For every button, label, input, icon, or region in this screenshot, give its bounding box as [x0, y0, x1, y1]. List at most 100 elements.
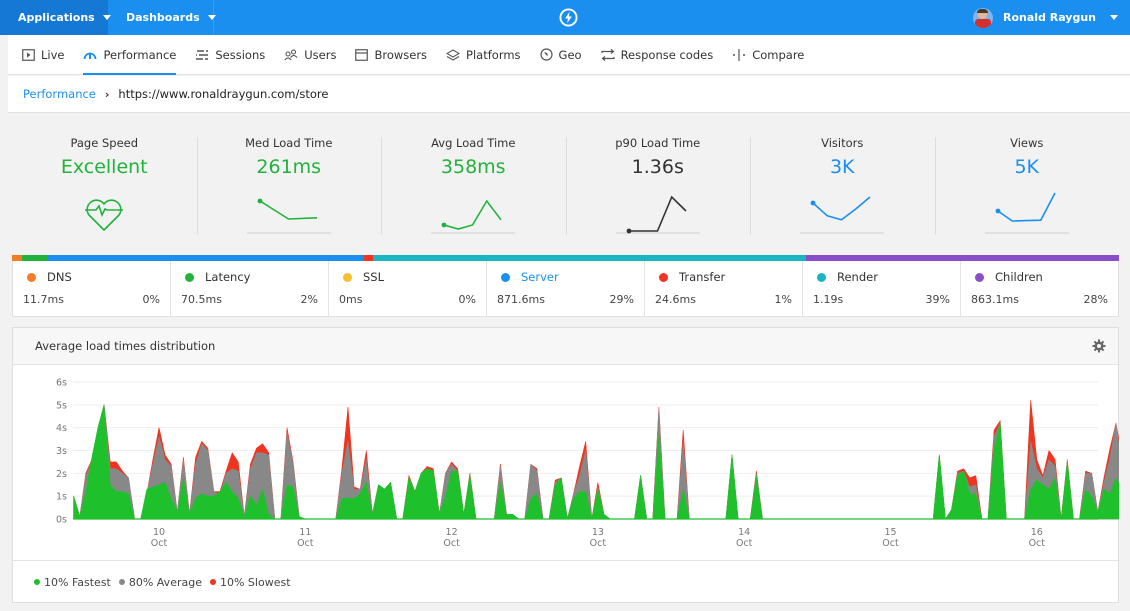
dashboards-label: Dashboards	[126, 11, 200, 24]
tab-platforms[interactable]: Platforms	[446, 35, 521, 75]
stat-label: Page Speed	[70, 136, 139, 150]
tab-geo[interactable]: Geo	[539, 35, 582, 75]
breakdown-card-ssl[interactable]: SSL 0ms 0%	[328, 261, 486, 316]
caret-down-icon	[1110, 15, 1118, 20]
breadcrumb: Performance › https://www.ronaldraygun.c…	[8, 76, 1130, 113]
x-tick-day: 13	[592, 527, 604, 538]
tab-label: Response codes	[620, 47, 714, 62]
tab-users[interactable]: Users	[284, 35, 336, 75]
sparkline-line	[812, 196, 871, 221]
sparkline-start-point	[257, 198, 263, 204]
scrollbar[interactable]	[1119, 327, 1130, 603]
y-tick-label: 4s	[56, 423, 67, 434]
stat-visitors[interactable]: Visitors 3K	[750, 125, 935, 250]
stat-avg-load-time[interactable]: Avg Load Time 358ms	[381, 125, 566, 250]
breakdown-time: 11.7ms	[23, 293, 64, 306]
tab-browsers[interactable]: Browsers	[355, 35, 427, 75]
stat-label: Views	[1010, 136, 1044, 150]
globe-icon	[539, 48, 553, 61]
breakdown-percent: 0%	[458, 293, 476, 306]
caret-down-icon	[207, 15, 216, 20]
x-tick-day: 14	[738, 527, 750, 538]
stat-value: 261ms	[256, 156, 322, 178]
breakdown-card-dns[interactable]: DNS 11.7ms 0%	[13, 261, 170, 316]
legend-item-fastest[interactable]: 10% Fastest	[34, 576, 111, 589]
x-tick-day: 12	[446, 527, 458, 538]
x-tick-day: 15	[884, 527, 896, 538]
stat-value: 3K	[829, 156, 855, 178]
tab-sessions[interactable]: Sessions	[195, 35, 265, 75]
y-tick-label: 5s	[56, 400, 67, 411]
legend-item-average[interactable]: 80% Average	[118, 576, 202, 589]
sparkline-visitors	[800, 196, 885, 234]
breakdown-card-latency[interactable]: Latency 70.5ms 2%	[170, 261, 328, 316]
stat-value: 1.36s	[631, 156, 684, 178]
breakdown-name: Children	[995, 270, 1043, 284]
y-tick-label: 1s	[56, 492, 67, 503]
breakdown-percent: 1%	[774, 293, 792, 306]
breakdown-time: 863.1ms	[971, 293, 1019, 306]
tab-compare[interactable]: Compare	[732, 35, 804, 75]
user-menu[interactable]: Ronald Raygun	[972, 0, 1118, 35]
children-color-dot	[975, 272, 984, 282]
users-icon	[284, 48, 298, 60]
stat-label: Avg Load Time	[431, 136, 516, 150]
latency-color-dot	[185, 272, 194, 282]
gauge-icon	[84, 52, 97, 59]
breakdown-name: Server	[521, 270, 559, 284]
breakdown-name: Latency	[205, 270, 251, 284]
play-box-icon	[22, 48, 35, 61]
sparkline-line	[628, 195, 687, 232]
dashboards-menu[interactable]: Dashboards	[108, 0, 216, 35]
lightning-bolt-icon[interactable]	[559, 8, 578, 27]
stat-label: p90 Load Time	[615, 136, 701, 150]
breakdown-time: 70.5ms	[181, 293, 222, 306]
breakdown-card-render[interactable]: Render 1.19s 39%	[802, 261, 960, 316]
y-tick-label: 2s	[56, 469, 67, 480]
stat-views[interactable]: Views 5K	[934, 125, 1120, 250]
legend-dot	[118, 579, 125, 585]
breakdown-time: 0ms	[339, 293, 363, 306]
sparkline-start-point	[995, 208, 1001, 214]
breakdown-name: Transfer	[679, 270, 726, 284]
stat-med-load-time[interactable]: Med Load Time 261ms	[196, 125, 382, 250]
stat-label: Visitors	[821, 136, 864, 150]
swap-arrows-icon	[600, 48, 615, 61]
breakdown-card-server[interactable]: Server 871.6ms 29%	[486, 261, 644, 316]
x-tick-month: Oct	[443, 538, 460, 549]
layers-icon	[446, 48, 461, 61]
stat-value: Excellent	[60, 156, 148, 178]
tab-live[interactable]: Live	[22, 35, 64, 75]
sparkline-line	[997, 192, 1056, 222]
breakdown-card-children[interactable]: Children 863.1ms 28%	[960, 261, 1118, 316]
stat-page-speed[interactable]: Page Speed Excellent	[12, 125, 197, 250]
load-distribution-panel: Average load times distribution 0s 1s 2s 3s…	[12, 327, 1120, 603]
stat-p90-load-time[interactable]: p90 Load Time 1.36s	[565, 125, 751, 250]
x-tick-month: Oct	[882, 538, 899, 549]
tab-label: Platforms	[466, 47, 521, 62]
tab-label: Users	[304, 47, 337, 62]
sparkline-med-load-time	[246, 198, 331, 234]
tab-performance[interactable]: Performance	[83, 35, 176, 75]
breakdown-name: SSL	[363, 270, 385, 284]
breakdown-time: 24.6ms	[655, 293, 696, 306]
applications-menu[interactable]: Applications	[0, 0, 111, 35]
breakdown-percent: 28%	[1083, 293, 1108, 306]
applications-label: Applications	[18, 11, 95, 24]
breakdown-card-transfer[interactable]: Transfer 24.6ms 1%	[644, 261, 802, 316]
x-tick-month: Oct	[590, 538, 607, 549]
breakdown-percent: 2%	[300, 293, 318, 306]
legend-item-slowest[interactable]: 10% Slowest	[209, 576, 291, 589]
load-distribution-chart[interactable]: 0s1s2s3s4s5s6s10Oct11Oct12Oct13Oct14Oct1…	[13, 328, 1120, 560]
x-tick-day: 16	[1031, 527, 1043, 538]
tab-label: Performance	[103, 47, 177, 62]
ssl-color-dot	[343, 272, 352, 282]
tab-response-codes[interactable]: Response codes	[600, 35, 714, 75]
avatar	[972, 7, 993, 28]
x-tick-day: 10	[153, 527, 165, 538]
sparkline-line	[444, 199, 502, 230]
breadcrumb-performance-link[interactable]: Performance	[23, 87, 96, 101]
stat-label: Med Load Time	[245, 136, 333, 150]
sparkline-start-point	[626, 228, 632, 234]
stat-value: 5K	[1014, 156, 1040, 178]
